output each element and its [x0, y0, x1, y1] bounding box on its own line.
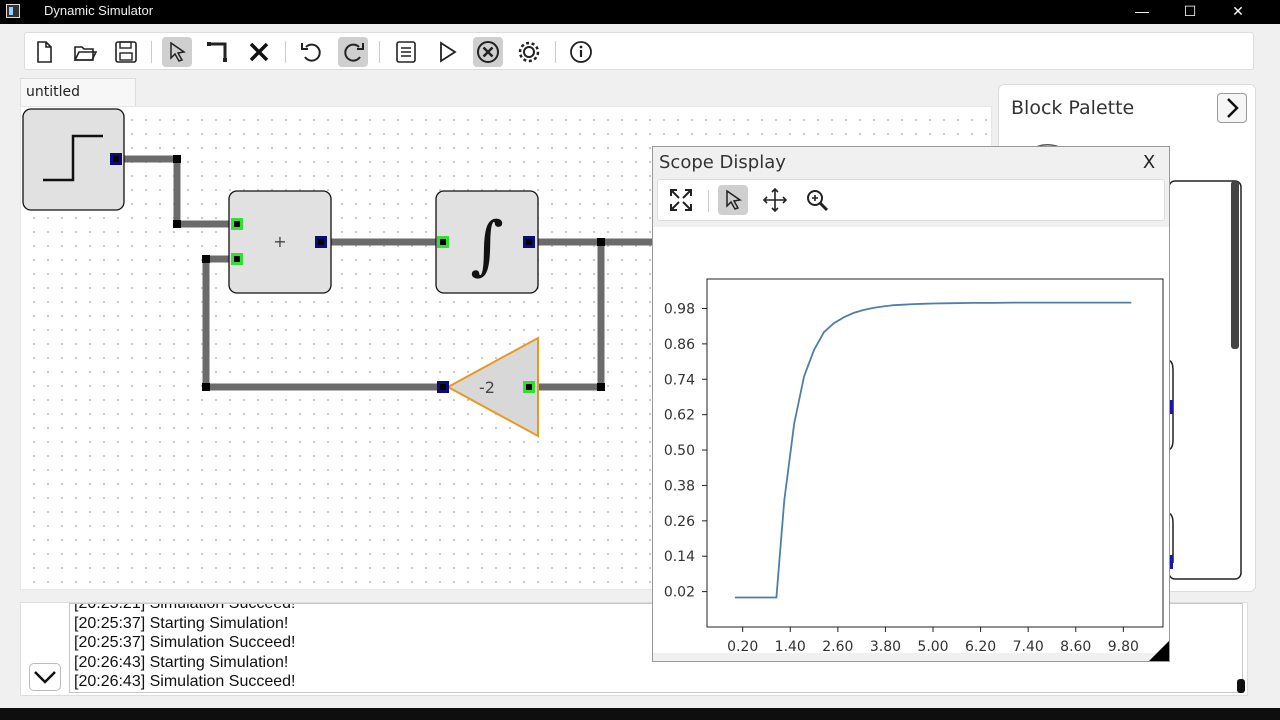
run-simulation-button[interactable]	[432, 37, 462, 67]
x-icon	[249, 42, 269, 62]
scope-toolbar	[657, 179, 1165, 221]
x-tick-label: 0.20	[727, 639, 758, 653]
folder-open-icon	[73, 46, 98, 61]
chevron-down-icon	[34, 671, 56, 684]
log-toggle-button[interactable]	[29, 663, 61, 691]
scope-title: Scope Display	[659, 152, 786, 173]
y-tick-label: 0.26	[664, 514, 695, 530]
scope-display-window: Scope Display X 0.20 1.40 2.60 3.80 5.00 6.20…	[652, 146, 1170, 662]
toolbar-separator	[708, 190, 709, 212]
palette-scrollbar	[1231, 181, 1239, 349]
wires	[115, 155, 653, 391]
scope-header: Scope Display X	[653, 147, 1169, 177]
integral-icon: ∫	[470, 209, 503, 283]
log-line: [20:25:37] Starting Simulation!	[74, 614, 289, 632]
window-title-bar: Dynamic Simulator — ☐ ✕	[0, 0, 1280, 24]
file-icon	[37, 41, 52, 63]
app-body: untitled + ∫ -2 Block Palette [20:25:21]…	[0, 24, 1280, 708]
pointer-icon	[170, 41, 186, 62]
y-tick-label: 0.74	[664, 372, 695, 388]
log-line: [20:25:21] Simulation Succeed!	[74, 603, 296, 612]
y-tick-label: 0.38	[664, 478, 695, 494]
y-tick-label: 0.14	[664, 549, 695, 565]
delete-button[interactable]	[244, 37, 274, 67]
plot-frame	[706, 278, 1164, 628]
toolbar-separator	[555, 41, 556, 63]
sum-block-label: +	[273, 232, 286, 251]
main-toolbar	[24, 32, 1254, 70]
y-tick-label: 0.50	[664, 443, 695, 459]
x-tick-label: 1.40	[775, 639, 806, 653]
redo-icon	[344, 43, 364, 62]
scope-close-button[interactable]: X	[1137, 151, 1161, 175]
integrator-block[interactable]: ∫	[435, 190, 539, 294]
save-icon	[115, 41, 137, 63]
toolbar-separator	[285, 41, 286, 63]
stop-circle-icon	[477, 41, 499, 63]
undo-button[interactable]	[297, 37, 327, 67]
info-icon	[570, 41, 592, 63]
gain-block[interactable]: -2	[437, 336, 539, 438]
save-button[interactable]	[111, 37, 141, 67]
sum-block[interactable]: +	[228, 190, 332, 294]
toolbar-separator	[151, 41, 152, 63]
y-tick-label: 0.86	[664, 337, 695, 353]
x-tick-label: 5.00	[917, 639, 948, 653]
pointer-icon	[726, 189, 742, 210]
info-button[interactable]	[566, 37, 596, 67]
log-lines: [20:25:21] Simulation Succeed! [20:25:37]…	[74, 603, 296, 692]
maximize-button[interactable]: ☐	[1170, 0, 1210, 24]
fit-view-button[interactable]	[666, 185, 696, 215]
open-file-button[interactable]	[70, 37, 100, 67]
palette-toggle-button[interactable]	[1217, 93, 1247, 123]
y-tick-label: 0.02	[664, 585, 695, 601]
x-tick-label: 8.60	[1060, 639, 1091, 653]
play-icon	[440, 41, 457, 63]
redo-button[interactable]	[338, 37, 368, 67]
resize-grip[interactable]	[1149, 641, 1169, 661]
tab-untitled[interactable]: untitled	[20, 78, 136, 106]
y-tick-label: 0.62	[664, 408, 695, 424]
pan-icon	[762, 187, 788, 213]
scope-plot-area[interactable]: 0.20 1.40 2.60 3.80 5.00 6.20 7.40 8.60 9.80 0.02…	[653, 227, 1169, 655]
scope-zoom-button[interactable]	[802, 185, 832, 215]
x-tick-label: 6.20	[965, 639, 996, 653]
connect-tool-button[interactable]	[203, 37, 233, 67]
select-tool-button[interactable]	[162, 37, 192, 67]
wire-step-to-sum[interactable]	[115, 155, 237, 228]
zoom-icon	[807, 190, 829, 212]
x-tick-label: 9.80	[1108, 639, 1139, 653]
x-tick-label: 3.80	[870, 639, 901, 653]
gear-icon	[518, 41, 540, 63]
close-window-button[interactable]: ✕	[1218, 0, 1258, 24]
scope-chart: 0.20 1.40 2.60 3.80 5.00 6.20 7.40 8.60 9.80 0.02…	[664, 278, 1164, 655]
y-tick-label: 0.98	[664, 301, 695, 317]
wire-icon	[207, 42, 227, 62]
chevron-right-icon	[1227, 98, 1239, 118]
scope-pointer-button[interactable]	[718, 185, 748, 215]
list-icon	[396, 41, 416, 63]
step-block[interactable]	[22, 108, 125, 211]
undo-icon	[301, 43, 321, 62]
x-tick-label: 2.60	[822, 639, 853, 653]
gain-block-label: -2	[479, 378, 495, 397]
stop-simulation-button[interactable]	[473, 37, 503, 67]
settings-button[interactable]	[514, 37, 544, 67]
wire-branch-to-gain[interactable]	[529, 242, 605, 391]
scope-pan-button[interactable]	[760, 185, 790, 215]
palette-title: Block Palette	[1011, 97, 1135, 119]
window-title: Dynamic Simulator	[44, 3, 154, 18]
fit-view-icon	[670, 189, 692, 211]
log-line: [20:26:43] Starting Simulation!	[74, 653, 289, 671]
log-line: [20:26:43] Simulation Succeed!	[74, 673, 296, 690]
toolbar-separator	[379, 41, 380, 63]
properties-button[interactable]	[391, 37, 421, 67]
log-line: [20:25:37] Simulation Succeed!	[74, 634, 296, 651]
x-tick-label: 7.40	[1013, 639, 1044, 653]
log-scrollbar[interactable]	[1237, 679, 1245, 693]
app-icon	[6, 4, 20, 18]
minimize-button[interactable]: —	[1122, 0, 1162, 24]
new-file-button[interactable]	[29, 37, 59, 67]
